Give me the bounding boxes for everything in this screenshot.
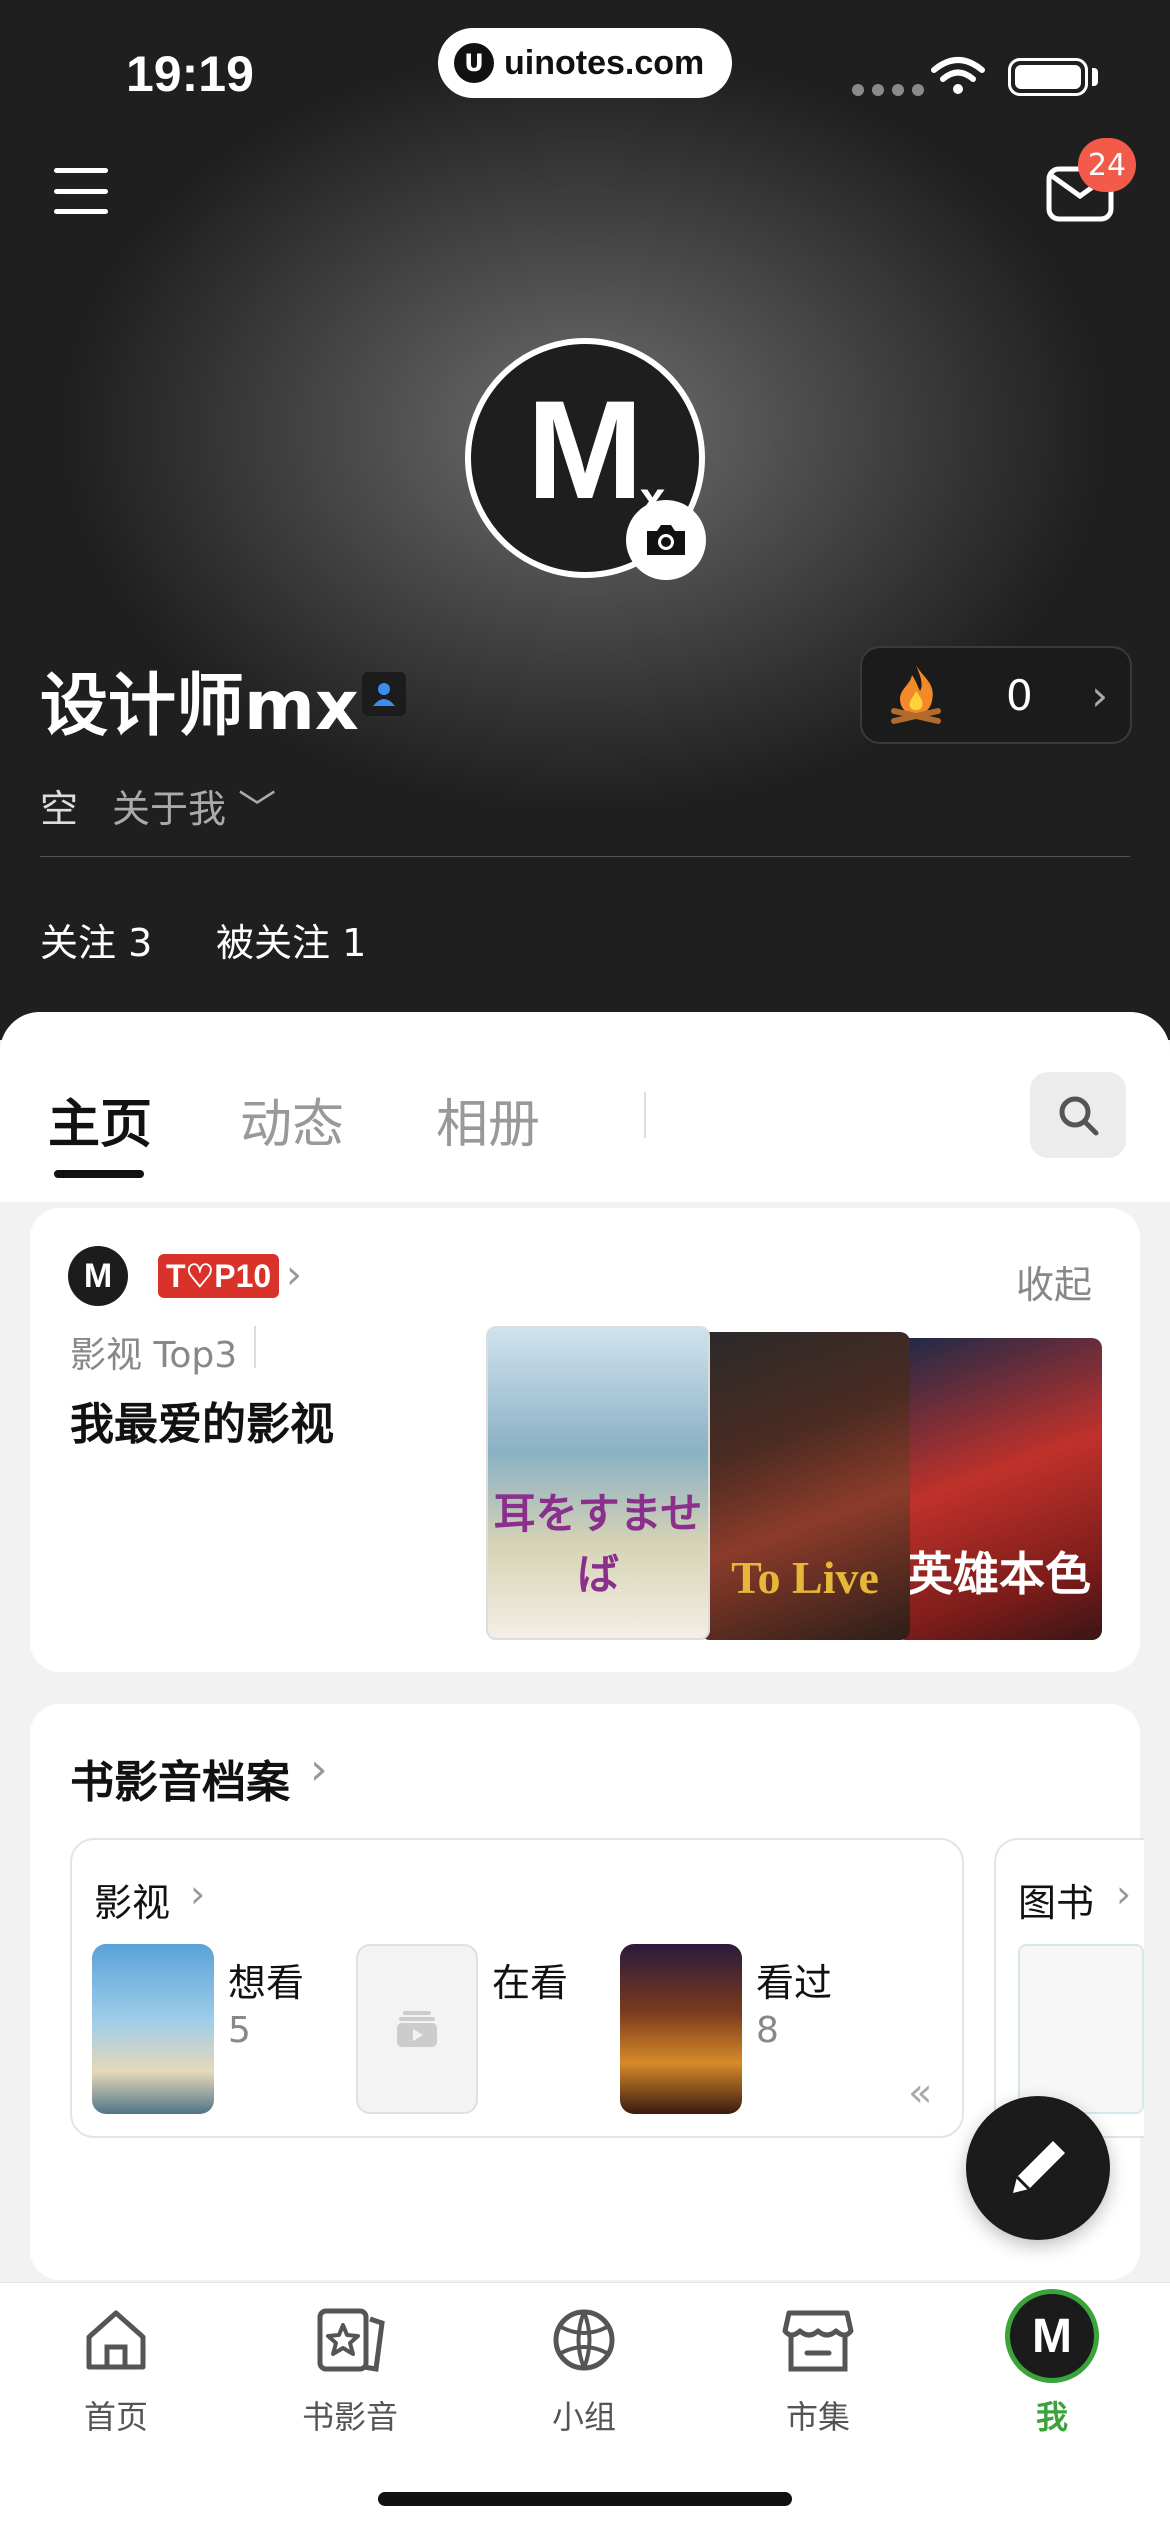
watching-label: 在看	[492, 1961, 569, 2005]
chevron-right-icon: ›	[1091, 670, 1108, 720]
poster-a-better-tomorrow[interactable]: 英雄本色	[896, 1338, 1102, 1640]
poster-to-live[interactable]: To Live	[700, 1332, 910, 1640]
tab-album[interactable]: 相册	[436, 1082, 540, 1157]
status-time: 19:19	[126, 46, 254, 102]
profile-tabs	[0, 1012, 1170, 1202]
poster-whisper-of-the-heart[interactable]: 耳をすませば	[486, 1326, 710, 1640]
media-star-icon	[317, 2308, 385, 2372]
watched-count: 8	[756, 2010, 779, 2051]
divider	[40, 856, 1130, 857]
username: 设计师mx	[40, 667, 359, 746]
tab-indicator	[54, 1170, 144, 1178]
nav-label: 首页	[83, 2398, 148, 2436]
archive-title[interactable]: 书影音档案	[70, 1746, 290, 1810]
wifi-icon	[931, 57, 985, 94]
chevron-right-icon: ›	[310, 1744, 328, 1795]
chevron-right-icon: ›	[1116, 1872, 1132, 1916]
top10-badge[interactable]: T♡P10	[158, 1254, 280, 1298]
signal-icon	[852, 84, 924, 96]
nav-market[interactable]: 市集	[728, 2300, 908, 2438]
site-logo-icon: U	[454, 43, 494, 83]
top10-title: 我最爱的影视	[70, 1399, 334, 1450]
watched-thumbnail[interactable]	[620, 1944, 742, 2114]
film-label[interactable]: 影视	[94, 1872, 170, 1927]
chevron-right-icon: ›	[286, 1252, 302, 1298]
poster-title: 耳をすませば	[493, 1489, 703, 1599]
followers-count[interactable]: 被关注 1	[216, 912, 366, 967]
tab-home[interactable]: 主页	[48, 1082, 152, 1157]
watched-label: 看过	[756, 1961, 833, 2005]
double-chevron-left-icon[interactable]: «	[908, 2070, 932, 2116]
avatar-logo: Mx	[526, 371, 666, 528]
user-verify-icon[interactable]	[362, 672, 406, 716]
nav-groups[interactable]: 小组	[494, 2300, 674, 2438]
campfire-icon	[891, 665, 941, 724]
url-pill: U uinotes.com	[438, 28, 732, 98]
nav-media[interactable]: 书影音	[260, 2300, 440, 2438]
want-to-watch-count: 5	[228, 2010, 251, 2051]
camera-icon[interactable]	[626, 500, 706, 580]
tab-activity[interactable]: 动态	[240, 1082, 344, 1157]
nav-label: 市集	[785, 2398, 850, 2436]
book-label[interactable]: 图书	[1018, 1872, 1094, 1927]
want-to-watch-thumbnail[interactable]	[92, 1944, 214, 2114]
pen-icon	[1013, 2141, 1065, 2193]
top10-subtitle: 影视 Top3	[70, 1335, 238, 1376]
nav-label: 小组	[551, 2398, 616, 2436]
poster-title: 英雄本色	[907, 1547, 1091, 1601]
poster-title: To Live	[731, 1552, 879, 1603]
book-thumbnail[interactable]	[1018, 1944, 1144, 2114]
collapse-button[interactable]: 收起	[1016, 1254, 1092, 1309]
menu-icon[interactable]	[54, 168, 108, 214]
video-placeholder-icon	[397, 2011, 437, 2047]
home-icon	[86, 2310, 146, 2370]
nav-me[interactable]: M 我	[962, 2289, 1142, 2438]
search-button[interactable]	[1030, 1072, 1126, 1158]
tab-separator	[644, 1092, 646, 1138]
url-text: uinotes.com	[504, 43, 705, 82]
battery-icon	[1008, 58, 1088, 96]
nav-home[interactable]: 首页	[26, 2300, 206, 2438]
compose-button[interactable]	[966, 2096, 1110, 2240]
search-icon	[1059, 1096, 1099, 1136]
me-avatar: M	[1005, 2289, 1099, 2383]
chevron-right-icon: ›	[190, 1872, 206, 1916]
following-count[interactable]: 关注 3	[40, 912, 152, 967]
home-indicator	[378, 2492, 792, 2506]
mini-avatar: M	[68, 1246, 128, 1306]
mail-badge: 24	[1078, 138, 1136, 192]
about-me-button[interactable]: 关于我 ﹀	[112, 778, 276, 833]
fire-count: 0	[1006, 670, 1033, 720]
divider	[254, 1326, 256, 1368]
nav-label: 我	[1035, 2398, 1068, 2436]
groups-ball-icon	[553, 2309, 615, 2371]
want-to-watch-label: 想看	[228, 1961, 305, 2005]
battery-tip	[1092, 68, 1098, 86]
fire-count-button[interactable]: 0 ›	[860, 646, 1132, 744]
nav-label: 书影音	[301, 2398, 398, 2436]
watching-thumbnail[interactable]	[356, 1944, 478, 2114]
bio-text: 空	[40, 787, 79, 831]
market-store-icon	[782, 2310, 854, 2372]
